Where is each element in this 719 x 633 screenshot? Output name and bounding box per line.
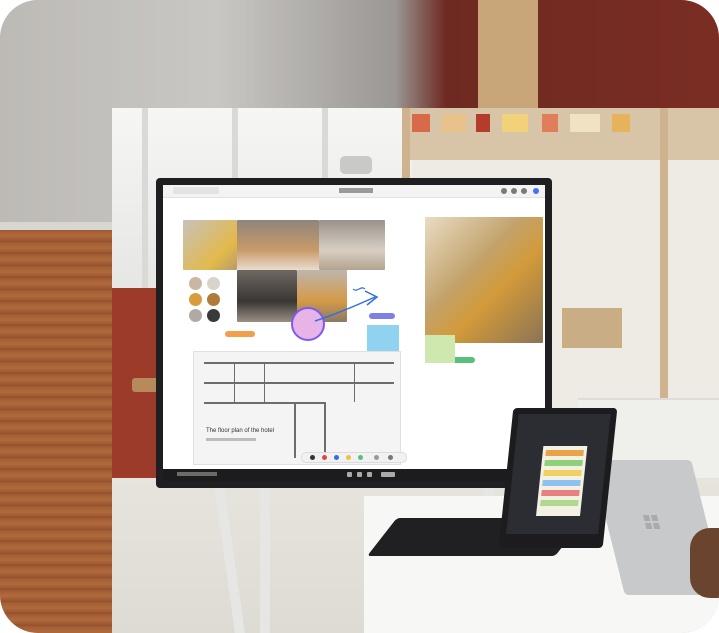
plan-wall	[204, 362, 394, 364]
hand	[690, 528, 719, 598]
titlebar-tab	[173, 187, 219, 194]
plan-subtext	[206, 438, 256, 441]
plan-wall	[324, 402, 326, 458]
background-beam	[478, 0, 538, 108]
titlebar-icon	[533, 188, 539, 194]
camera	[340, 156, 372, 174]
shelf-swatch	[570, 114, 600, 132]
whiteboard-screen: The floor plan of the hotel	[163, 185, 545, 469]
shelf-swatch	[442, 114, 466, 132]
shelf-swatch	[502, 114, 528, 132]
shelf-swatch	[542, 114, 558, 132]
document-row	[542, 480, 581, 486]
plan-wall	[294, 402, 296, 458]
color-swatch	[207, 277, 220, 290]
plan-caption: The floor plan of the hotel	[206, 428, 275, 434]
plan-wall	[204, 382, 394, 384]
document-row	[543, 470, 582, 476]
label-pill	[225, 331, 255, 337]
surface-hub-display: The floor plan of the hotel	[156, 178, 552, 488]
more-tools-icon[interactable]	[388, 455, 393, 460]
pen-tool-icon[interactable]	[310, 455, 315, 460]
color-swatch	[207, 309, 220, 322]
black-laptop	[498, 408, 618, 548]
document-row	[544, 460, 583, 466]
color-swatch	[189, 277, 202, 290]
titlebar-icon	[501, 188, 507, 194]
taskbar-icon[interactable]	[357, 472, 362, 477]
highlighter-tool-icon[interactable]	[346, 455, 351, 460]
titlebar-icon	[511, 188, 517, 194]
moodboard-image	[183, 220, 237, 270]
shelf-box	[562, 308, 622, 348]
laptop-screen	[506, 414, 611, 534]
plan-wall	[234, 362, 235, 402]
taskbar-icon[interactable]	[367, 472, 372, 477]
windows-logo-icon	[642, 515, 661, 529]
document-row	[541, 490, 580, 496]
photo-card: The floor plan of the hotel	[0, 0, 719, 633]
shelf-post	[660, 108, 668, 408]
taskbar-label	[177, 472, 217, 476]
sticky-note	[425, 335, 455, 363]
plan-wall	[204, 402, 324, 404]
moodboard-image	[425, 217, 543, 343]
plan-wall	[264, 362, 265, 402]
document-row	[545, 450, 584, 456]
device-taskbar	[163, 469, 545, 481]
document-row	[540, 500, 579, 506]
plan-wall	[354, 362, 355, 402]
color-swatch	[189, 309, 202, 322]
floor-plan: The floor plan of the hotel	[193, 351, 401, 465]
pen-tool-icon[interactable]	[358, 455, 363, 460]
easel-leg	[260, 478, 270, 633]
moodboard-image	[319, 220, 385, 270]
shelf-swatch	[476, 114, 490, 132]
ink-arrow	[314, 287, 379, 322]
whiteboard-titlebar	[163, 185, 545, 198]
color-swatch	[189, 293, 202, 306]
shelf-swatch	[412, 114, 430, 132]
office-photo: The floor plan of the hotel	[112, 108, 719, 633]
moodboard-image	[237, 220, 319, 270]
color-swatch	[207, 293, 220, 306]
laptop-document	[536, 446, 588, 516]
titlebar-title	[339, 188, 373, 193]
eraser-tool-icon[interactable]	[374, 455, 379, 460]
pen-tool-icon[interactable]	[334, 455, 339, 460]
taskbar-icon[interactable]	[347, 472, 352, 477]
titlebar-icon	[521, 188, 527, 194]
window-frame	[142, 108, 148, 298]
ink-toolbar[interactable]	[301, 452, 407, 463]
pen-tool-icon[interactable]	[322, 455, 327, 460]
shelf-swatch	[612, 114, 630, 132]
moodboard-image	[237, 270, 297, 322]
taskbar-icon[interactable]	[381, 472, 395, 477]
background-wood-panel	[0, 230, 112, 633]
